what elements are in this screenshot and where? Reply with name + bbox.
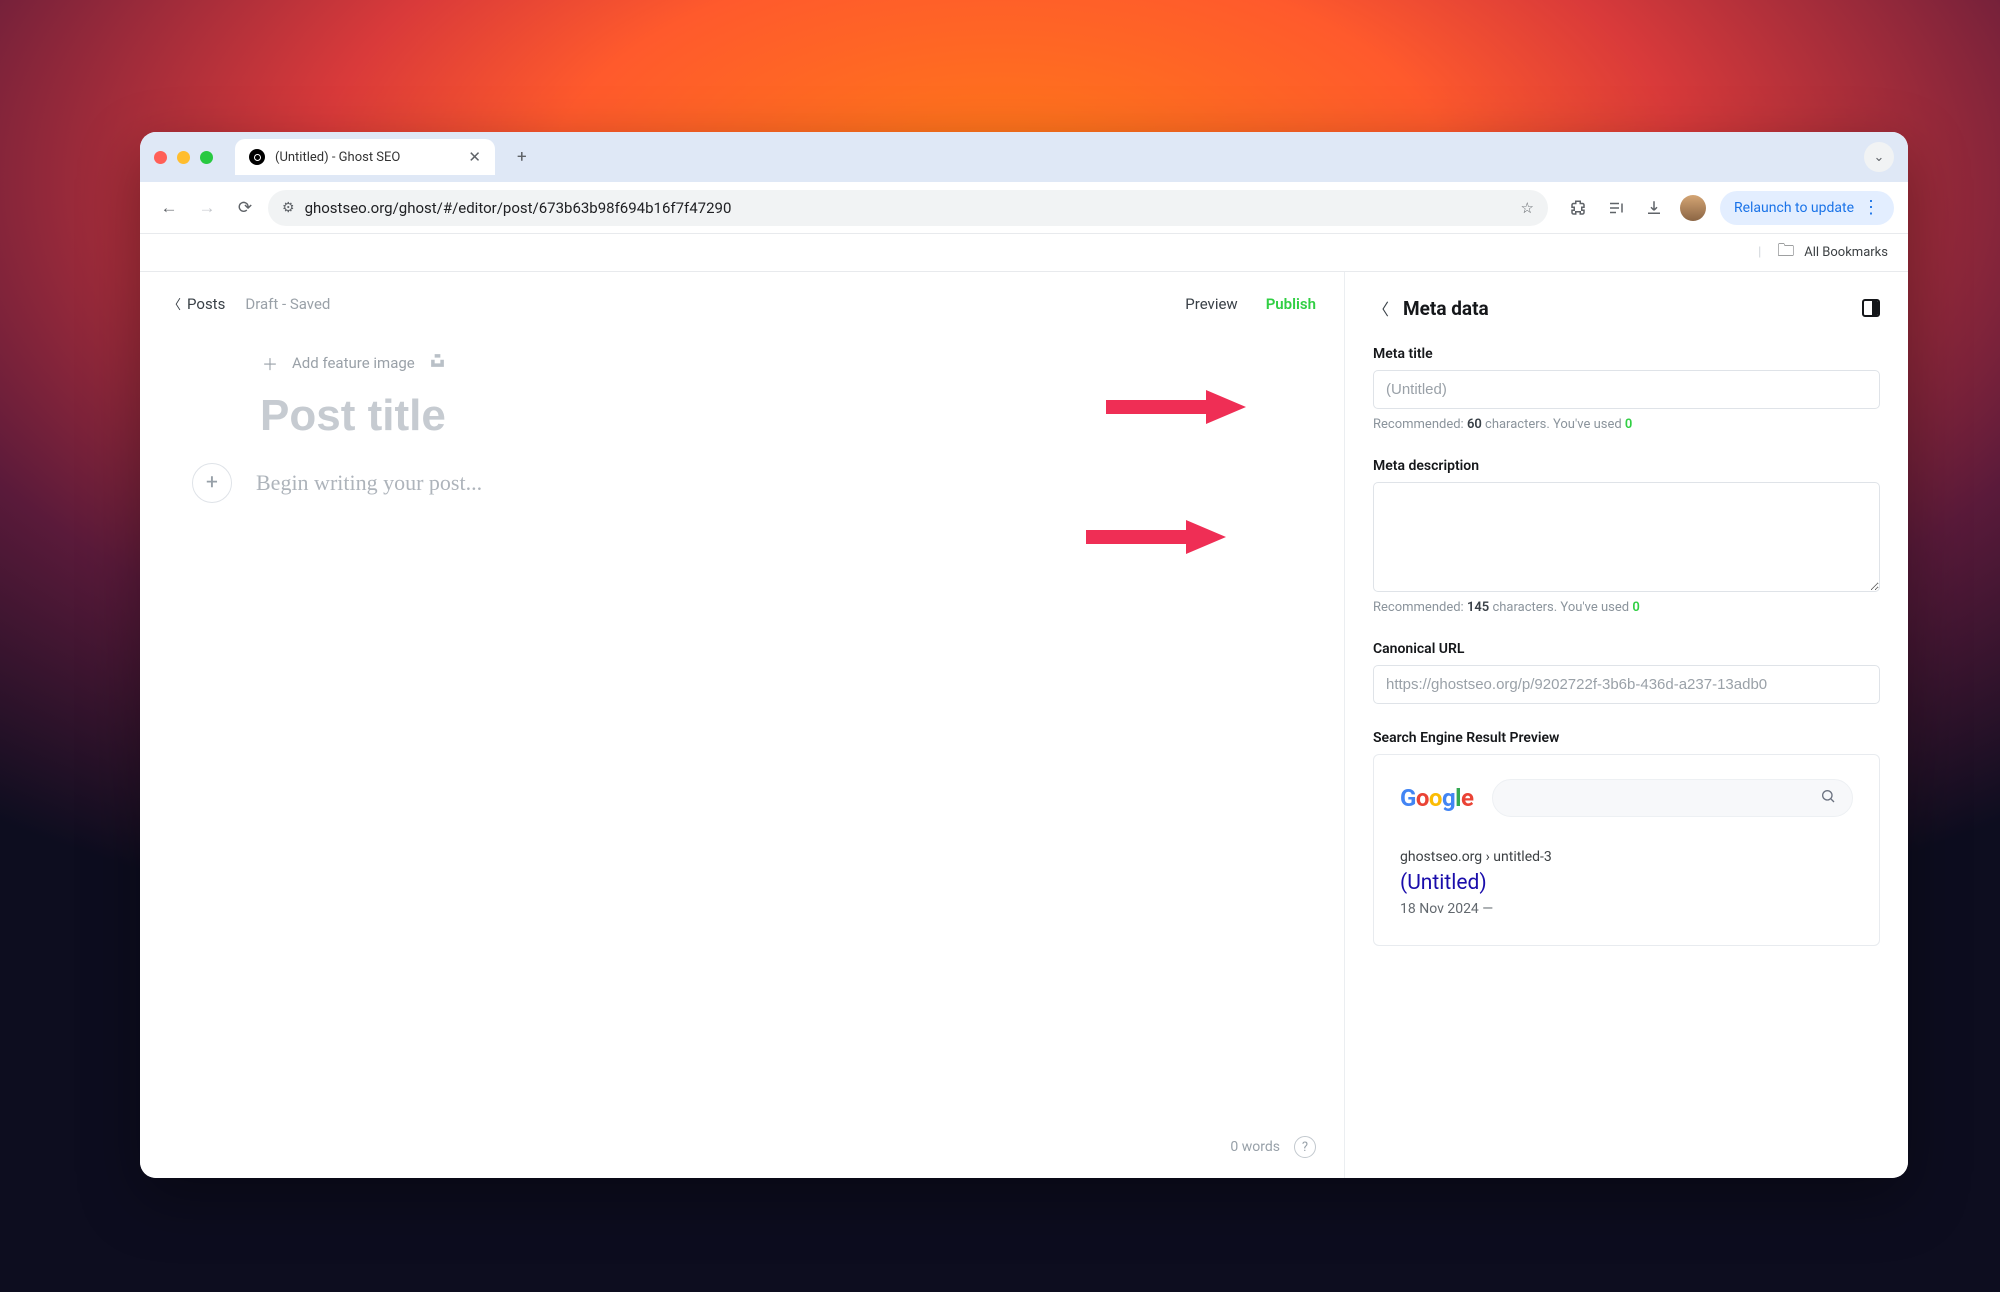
plus-icon: ＋	[262, 351, 278, 375]
reload-button[interactable]: ⟳	[230, 193, 260, 223]
tab-title: (Untitled) - Ghost SEO	[275, 150, 400, 165]
preview-button[interactable]: Preview	[1185, 295, 1237, 313]
word-count-row: 0 words ?	[1230, 1136, 1316, 1158]
panel-header: 〈 Meta data	[1373, 296, 1880, 320]
posts-label: Posts	[187, 295, 225, 313]
serp-title: (Untitled)	[1400, 871, 1853, 895]
unsplash-icon[interactable]	[429, 352, 446, 374]
publish-button[interactable]: Publish	[1266, 295, 1316, 313]
url-text: ghostseo.org/ghost/#/editor/post/673b63b…	[305, 199, 732, 217]
maximize-window-button[interactable]	[200, 151, 213, 164]
back-button[interactable]: ←	[154, 193, 184, 223]
downloads-icon[interactable]	[1642, 196, 1666, 220]
serp-label: Search Engine Result Preview	[1373, 730, 1880, 746]
browser-window: (Untitled) - Ghost SEO ✕ + ⌄ ← → ⟳ ⚙ gho…	[140, 132, 1908, 1178]
meta-description-label: Meta description	[1373, 458, 1880, 474]
editor-header: 〈 Posts Draft - Saved Preview Publish	[140, 272, 1344, 313]
new-tab-button[interactable]: +	[507, 147, 537, 167]
panel-title: Meta data	[1403, 297, 1848, 320]
panel-back-button[interactable]: 〈	[1373, 296, 1389, 320]
serp-header: Google	[1400, 779, 1853, 817]
feature-image-row: ＋ Add feature image	[140, 313, 1344, 375]
favicon-icon	[249, 149, 265, 165]
add-card-button[interactable]: +	[192, 463, 232, 503]
serp-preview-field: Search Engine Result Preview Google	[1373, 730, 1880, 946]
canonical-url-field: Canonical URL	[1373, 641, 1880, 704]
serp-preview-card: Google ghostseo.org › untitled-3 (Untitl…	[1373, 754, 1880, 946]
tab-list-button[interactable]: ⌄	[1864, 142, 1894, 172]
google-logo-icon: Google	[1400, 784, 1474, 812]
post-body-placeholder[interactable]: Begin writing your post...	[256, 470, 482, 496]
browser-toolbar: ← → ⟳ ⚙ ghostseo.org/ghost/#/editor/post…	[140, 182, 1908, 234]
add-feature-image-button[interactable]: Add feature image	[292, 354, 415, 372]
all-bookmarks-button[interactable]: All Bookmarks	[1804, 245, 1888, 260]
divider: |	[1758, 245, 1761, 260]
meta-title-input[interactable]	[1373, 370, 1880, 409]
meta-description-input[interactable]	[1373, 482, 1880, 592]
profile-avatar[interactable]	[1680, 195, 1706, 221]
canonical-url-label: Canonical URL	[1373, 641, 1880, 657]
serp-result: ghostseo.org › untitled-3 (Untitled) 18 …	[1400, 849, 1853, 917]
folder-icon: 🗀	[1777, 238, 1794, 267]
word-count: 0 words	[1230, 1139, 1280, 1155]
help-icon[interactable]: ?	[1294, 1136, 1316, 1158]
toolbar-actions: Relaunch to update ⋮	[1566, 191, 1894, 225]
back-to-posts[interactable]: 〈 Posts	[168, 294, 225, 313]
reading-list-icon[interactable]	[1604, 196, 1628, 220]
post-body-row: + Begin writing your post...	[192, 463, 1344, 503]
draft-status: Draft - Saved	[245, 295, 330, 313]
relaunch-button[interactable]: Relaunch to update ⋮	[1720, 191, 1894, 225]
meta-title-hint: Recommended: 60 characters. You've used …	[1373, 417, 1880, 432]
meta-title-field: Meta title Recommended: 60 characters. Y…	[1373, 346, 1880, 432]
tab-strip: (Untitled) - Ghost SEO ✕ + ⌄	[140, 132, 1908, 182]
serp-search-bar	[1492, 779, 1854, 817]
serp-url: ghostseo.org › untitled-3	[1400, 849, 1853, 865]
ghost-editor: 〈 Posts Draft - Saved Preview Publish ＋ …	[140, 272, 1908, 1178]
address-bar[interactable]: ⚙ ghostseo.org/ghost/#/editor/post/673b6…	[268, 190, 1548, 226]
minimize-window-button[interactable]	[177, 151, 190, 164]
bookmarks-bar: | 🗀 All Bookmarks	[140, 234, 1908, 272]
serp-description: 18 Nov 2024 —	[1400, 901, 1853, 917]
extensions-icon[interactable]	[1566, 196, 1590, 220]
close-tab-icon[interactable]: ✕	[468, 148, 481, 166]
search-icon	[1820, 788, 1836, 808]
bookmark-star-icon[interactable]: ☆	[1521, 199, 1534, 217]
forward-button[interactable]: →	[192, 193, 222, 223]
toggle-panel-icon[interactable]	[1862, 299, 1880, 317]
meta-description-hint: Recommended: 145 characters. You've used…	[1373, 600, 1880, 615]
more-menu-icon[interactable]: ⋮	[1862, 199, 1880, 217]
editor-actions: Preview Publish	[1185, 295, 1316, 313]
browser-tab[interactable]: (Untitled) - Ghost SEO ✕	[235, 139, 495, 175]
post-title-input[interactable]	[260, 391, 980, 441]
relaunch-label: Relaunch to update	[1734, 200, 1854, 216]
window-controls	[154, 151, 213, 164]
editor-pane: 〈 Posts Draft - Saved Preview Publish ＋ …	[140, 272, 1345, 1178]
close-window-button[interactable]	[154, 151, 167, 164]
canonical-url-input[interactable]	[1373, 665, 1880, 704]
meta-title-label: Meta title	[1373, 346, 1880, 362]
meta-data-panel: 〈 Meta data Meta title Recommended: 60 c…	[1345, 272, 1908, 1178]
chevron-left-icon: 〈	[168, 294, 181, 313]
meta-description-field: Meta description Recommended: 145 charac…	[1373, 458, 1880, 615]
site-settings-icon[interactable]: ⚙	[282, 200, 295, 216]
